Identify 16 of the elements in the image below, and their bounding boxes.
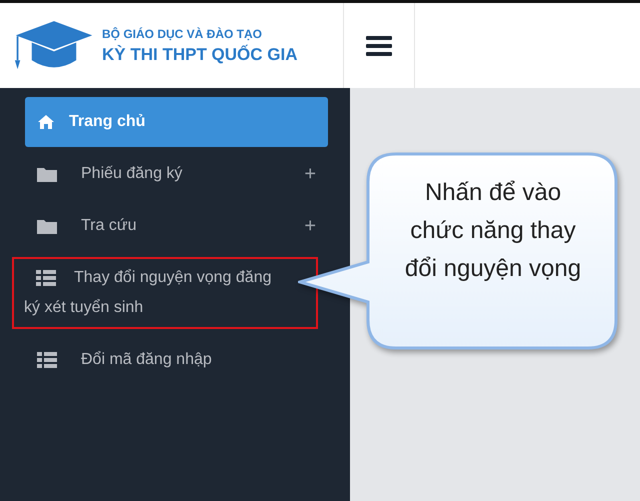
menu-item[interactable]: Đổi mã đăng nhập: [25, 335, 328, 385]
expand-icon: +: [304, 162, 316, 186]
folder-icon: [37, 166, 57, 182]
menu-button[interactable]: [343, 3, 415, 88]
exam-title: KỲ THI THPT QUỐC GIA: [102, 44, 298, 64]
list-icon: [37, 352, 57, 368]
menu-item[interactable]: Phiếu đăng ký +: [25, 149, 328, 199]
home-icon: [37, 114, 55, 130]
list-icon: [36, 270, 56, 286]
expand-icon: +: [304, 214, 316, 238]
menu-item[interactable]: Tra cứu +: [25, 201, 328, 251]
callout-text: Nhấn để vào chức năng thay đổi nguyện vọng: [404, 178, 582, 284]
menu-item[interactable]: Thay đổi nguyện vọng đăng ký xét tuyển sinh: [14, 259, 316, 327]
menu-icon: [366, 34, 392, 56]
folder-icon: [37, 218, 57, 234]
ministry-name: BỘ GIÁO DỤC VÀ ĐÀO TẠO: [102, 26, 264, 40]
